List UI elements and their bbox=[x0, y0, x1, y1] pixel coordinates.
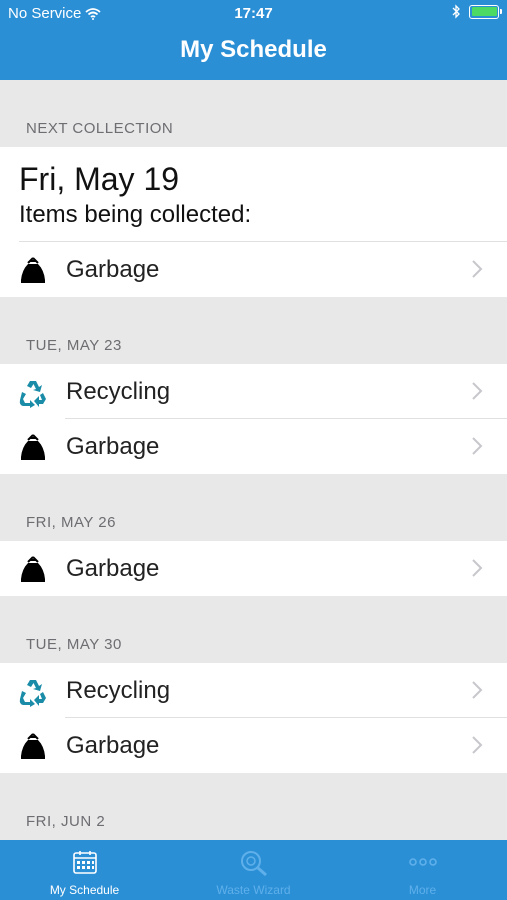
status-time: 17:47 bbox=[234, 5, 273, 22]
tab-waste-wizard[interactable]: Waste Wizard bbox=[169, 840, 338, 900]
garbage-bag-icon bbox=[21, 556, 45, 582]
top-bar: No Service 17:47 My Schedule bbox=[0, 0, 507, 80]
list-item-recycling[interactable]: Recycling bbox=[0, 364, 507, 419]
chevron-right-icon bbox=[472, 736, 483, 754]
recycling-icon bbox=[19, 680, 46, 707]
list-item-label: Recycling bbox=[66, 677, 171, 704]
recycling-icon bbox=[19, 381, 46, 408]
tab-label: Waste Wizard bbox=[216, 883, 291, 897]
tab-my-schedule[interactable]: My Schedule bbox=[0, 840, 169, 900]
tab-label: My Schedule bbox=[49, 883, 120, 897]
status-right bbox=[452, 4, 502, 19]
list-item-label: Garbage bbox=[66, 555, 160, 582]
next-collection-date: Fri, May 19 bbox=[19, 161, 180, 197]
chevron-right-icon bbox=[472, 382, 483, 400]
list-item-label: Recycling bbox=[66, 378, 171, 405]
chevron-right-icon bbox=[472, 681, 483, 699]
list-item-garbage[interactable]: Garbage bbox=[0, 718, 507, 773]
page-title: My Schedule bbox=[180, 36, 327, 63]
chevron-right-icon bbox=[472, 559, 483, 577]
section-header-label: FRI, MAY 26 bbox=[26, 514, 116, 531]
garbage-bag-icon bbox=[21, 257, 45, 283]
magnifier-icon bbox=[240, 851, 267, 877]
list-item-label: Garbage bbox=[66, 256, 160, 283]
more-dots-icon bbox=[408, 858, 437, 866]
garbage-bag-icon bbox=[21, 733, 45, 759]
tab-label: More bbox=[408, 883, 437, 897]
items-being-collected-label: Items being collected: bbox=[19, 201, 252, 228]
section-header-date: TUE, MAY 23 bbox=[0, 297, 507, 364]
battery-icon bbox=[469, 4, 502, 19]
section-header-date: TUE, MAY 30 bbox=[0, 596, 507, 663]
tab-bar: My Schedule Waste Wizard More bbox=[0, 840, 507, 900]
status-bar: No Service 17:47 bbox=[0, 0, 507, 28]
bluetooth-icon bbox=[452, 4, 460, 19]
section-header-label: TUE, MAY 23 bbox=[26, 337, 122, 354]
section-header-date: FRI, MAY 26 bbox=[0, 474, 507, 541]
list-item-label: Garbage bbox=[66, 433, 160, 460]
calendar-icon bbox=[72, 851, 97, 874]
list-item-garbage[interactable]: Garbage bbox=[0, 242, 507, 297]
section-header-label: TUE, MAY 30 bbox=[26, 636, 122, 653]
list-item-recycling[interactable]: Recycling bbox=[0, 663, 507, 718]
list-item-label: Garbage bbox=[66, 732, 160, 759]
chevron-right-icon bbox=[472, 437, 483, 455]
next-collection-card: Fri, May 19 Items being collected: Garba… bbox=[0, 147, 507, 297]
section-header-label: FRI, JUN 2 bbox=[26, 813, 106, 830]
list-item-garbage[interactable]: Garbage bbox=[0, 541, 507, 596]
section-header-date: FRI, JUN 2 bbox=[0, 773, 507, 840]
garbage-bag-icon bbox=[21, 434, 45, 460]
section-header-label: NEXT COLLECTION bbox=[26, 120, 174, 137]
section-header-next: NEXT COLLECTION bbox=[0, 80, 507, 147]
list-item-garbage[interactable]: Garbage bbox=[0, 419, 507, 474]
chevron-right-icon bbox=[472, 260, 483, 278]
schedule-list[interactable]: NEXT COLLECTION Fri, May 19 Items being … bbox=[0, 80, 507, 840]
tab-more[interactable]: More bbox=[338, 840, 507, 900]
